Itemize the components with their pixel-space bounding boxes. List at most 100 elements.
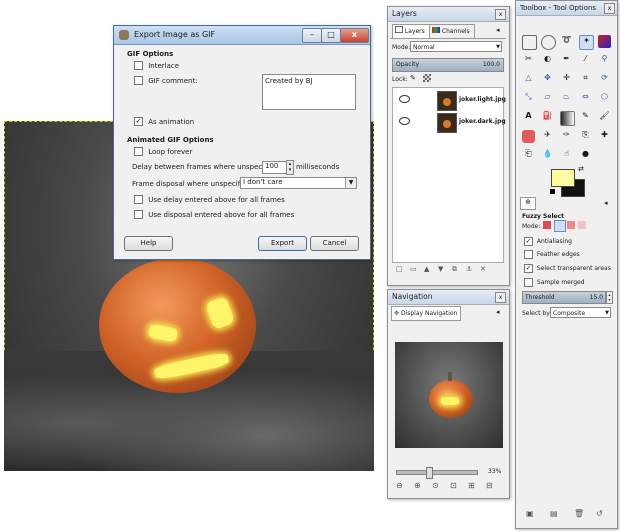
delete-options-icon[interactable]: 🗑 — [574, 509, 584, 518]
scale-tool-icon[interactable]: ⤡ — [522, 92, 535, 105]
dodge-burn-tool-icon[interactable]: ● — [579, 149, 592, 162]
scissors-tool-icon[interactable]: ✂ — [522, 54, 535, 67]
zoom-slider[interactable] — [396, 467, 478, 479]
flip-tool-icon[interactable]: ⇔ — [579, 92, 592, 105]
zoom-fit-icon[interactable]: ⊡ — [450, 481, 457, 490]
rect-select-tool-icon[interactable] — [522, 35, 537, 50]
ellipse-select-tool-icon[interactable] — [541, 35, 556, 50]
lock-alpha-icon[interactable] — [423, 74, 431, 82]
layers-close-icon[interactable]: x — [495, 9, 506, 20]
free-select-tool-icon[interactable]: ➰ — [560, 35, 573, 48]
opacity-slider[interactable]: Opacity 100.0 — [392, 58, 504, 72]
gif-comment-checkbox[interactable] — [134, 76, 143, 85]
use-delay-checkbox[interactable] — [134, 195, 143, 204]
navigation-close-icon[interactable]: x — [495, 292, 506, 303]
airbrush-tool-icon[interactable]: ✈ — [541, 130, 554, 143]
loop-forever-checkbox[interactable] — [134, 147, 143, 156]
mode-subtract-icon[interactable] — [567, 221, 575, 229]
zoom-in-icon[interactable]: ⊕ — [414, 481, 421, 490]
threshold-slider[interactable]: Threshold 15.0 — [522, 291, 606, 304]
tab-layers[interactable]: Layers — [392, 24, 430, 38]
blend-tool-icon[interactable] — [560, 111, 575, 126]
move-tool-icon[interactable]: ✥ — [541, 73, 554, 86]
restore-options-icon[interactable]: ▤ — [550, 509, 558, 518]
paths-tool-icon[interactable]: ✒ — [560, 54, 573, 67]
save-options-icon[interactable]: ▣ — [526, 509, 534, 518]
shear-tool-icon[interactable]: ▱ — [541, 92, 554, 105]
close-button[interactable]: x — [340, 28, 369, 43]
select-by-dropdown[interactable]: Composite ▼ — [550, 307, 611, 318]
pencil-tool-icon[interactable]: ✎ — [579, 111, 592, 124]
text-tool-icon[interactable]: A — [522, 111, 535, 124]
anchor-layer-icon[interactable]: ⚓ — [466, 265, 472, 273]
tab-menu-icon[interactable]: ◂ — [496, 26, 500, 34]
lower-layer-icon[interactable]: ▼ — [438, 265, 443, 273]
gif-comment-row[interactable]: GIF comment: — [134, 76, 198, 85]
as-animation-checkbox[interactable]: ✓ — [134, 117, 143, 126]
crop-tool-icon[interactable]: ⌗ — [579, 73, 592, 86]
toolbox-close-icon[interactable]: x — [604, 3, 615, 14]
use-disposal-checkbox[interactable] — [134, 210, 143, 219]
antialiasing-row[interactable]: ✓ Antialiasing — [524, 237, 572, 246]
export-button[interactable]: Export — [258, 236, 307, 251]
swap-colors-icon[interactable]: ⇄ — [578, 165, 584, 173]
use-delay-row[interactable]: Use delay entered above for all frames — [134, 195, 285, 204]
eye-icon[interactable] — [399, 117, 410, 125]
tool-options-menu-icon[interactable]: ◂ — [604, 199, 608, 207]
maximize-button[interactable]: □ — [321, 28, 341, 43]
reset-options-icon[interactable]: ↺ — [596, 509, 603, 518]
perspective-tool-icon[interactable]: ⏢ — [560, 92, 573, 105]
navigation-preview[interactable] — [395, 342, 503, 448]
blur-tool-icon[interactable]: 💧 — [541, 149, 554, 162]
default-colors-icon[interactable] — [549, 188, 556, 195]
align-tool-icon[interactable]: ✛ — [560, 73, 573, 86]
mode-intersect-icon[interactable] — [578, 221, 586, 229]
clone-tool-icon[interactable]: ⎘ — [579, 130, 592, 143]
mode-add-icon[interactable] — [554, 220, 566, 232]
feather-row[interactable]: Feather edges — [524, 250, 580, 259]
delay-input[interactable]: 100 — [262, 161, 288, 174]
select-transparent-row[interactable]: ✓ Select transparent areas — [524, 264, 611, 273]
tool-options-tab[interactable]: ⊕ — [520, 197, 536, 210]
gif-comment-textarea[interactable]: Created by BJ — [262, 74, 356, 110]
raise-layer-icon[interactable]: ▲ — [424, 265, 429, 273]
ink-tool-icon[interactable]: ✑ — [560, 130, 573, 143]
rotate-tool-icon[interactable]: ⟳ — [598, 73, 611, 86]
threshold-spinner[interactable]: ▴ ▾ — [606, 291, 613, 304]
layer-row[interactable]: joker.light.jpg — [393, 89, 506, 111]
heal-tool-icon[interactable]: ✚ — [598, 130, 611, 143]
zoom-slider-handle[interactable] — [426, 467, 433, 479]
cancel-button[interactable]: Cancel — [310, 236, 359, 251]
eraser-tool-icon[interactable] — [522, 130, 535, 143]
navigation-menu-icon[interactable]: ◂ — [496, 308, 500, 316]
minimize-button[interactable]: – — [302, 28, 322, 43]
select-by-color-tool-icon[interactable] — [598, 35, 611, 48]
mode-select[interactable]: Normal ▼ — [410, 41, 502, 52]
duplicate-layer-icon[interactable]: ⧉ — [452, 265, 457, 274]
foreground-color-swatch[interactable] — [551, 169, 575, 187]
sample-merged-row[interactable]: Sample merged — [524, 278, 585, 287]
smudge-tool-icon[interactable]: ☝ — [560, 149, 573, 162]
use-disposal-row[interactable]: Use disposal entered above for all frame… — [134, 210, 294, 219]
bucket-fill-tool-icon[interactable]: ⛽ — [541, 111, 554, 124]
zoom-tool-icon[interactable]: ⚲ — [598, 54, 611, 67]
lock-pixels-icon[interactable]: ✎ — [410, 74, 418, 82]
foreground-select-tool-icon[interactable]: ◐ — [541, 54, 554, 67]
zoom-out-icon[interactable]: ⊖ — [396, 481, 403, 490]
interlace-checkbox[interactable] — [134, 61, 143, 70]
loop-forever-row[interactable]: Loop forever — [134, 147, 192, 156]
cage-transform-tool-icon[interactable]: ⬡ — [598, 92, 611, 105]
paintbrush-tool-icon[interactable]: 🖌 — [598, 111, 611, 124]
mode-replace-icon[interactable] — [543, 221, 551, 229]
interlace-row[interactable]: Interlace — [134, 61, 179, 70]
zoom-100-icon[interactable]: ⊙ — [432, 481, 439, 490]
help-button[interactable]: Help — [124, 236, 173, 251]
disposal-select[interactable]: I don't care ▼ — [240, 177, 357, 189]
color-picker-tool-icon[interactable]: ⁄ — [579, 54, 592, 67]
sample-merged-checkbox[interactable] — [524, 278, 533, 287]
layer-row[interactable]: joker.dark.jpg — [393, 111, 506, 133]
measure-tool-icon[interactable]: △ — [522, 73, 535, 86]
delay-spinner[interactable]: ▴ ▾ — [286, 160, 294, 175]
eye-icon[interactable] — [399, 95, 410, 103]
tab-display-navigation[interactable]: ✥ Display Navigation — [391, 306, 461, 321]
